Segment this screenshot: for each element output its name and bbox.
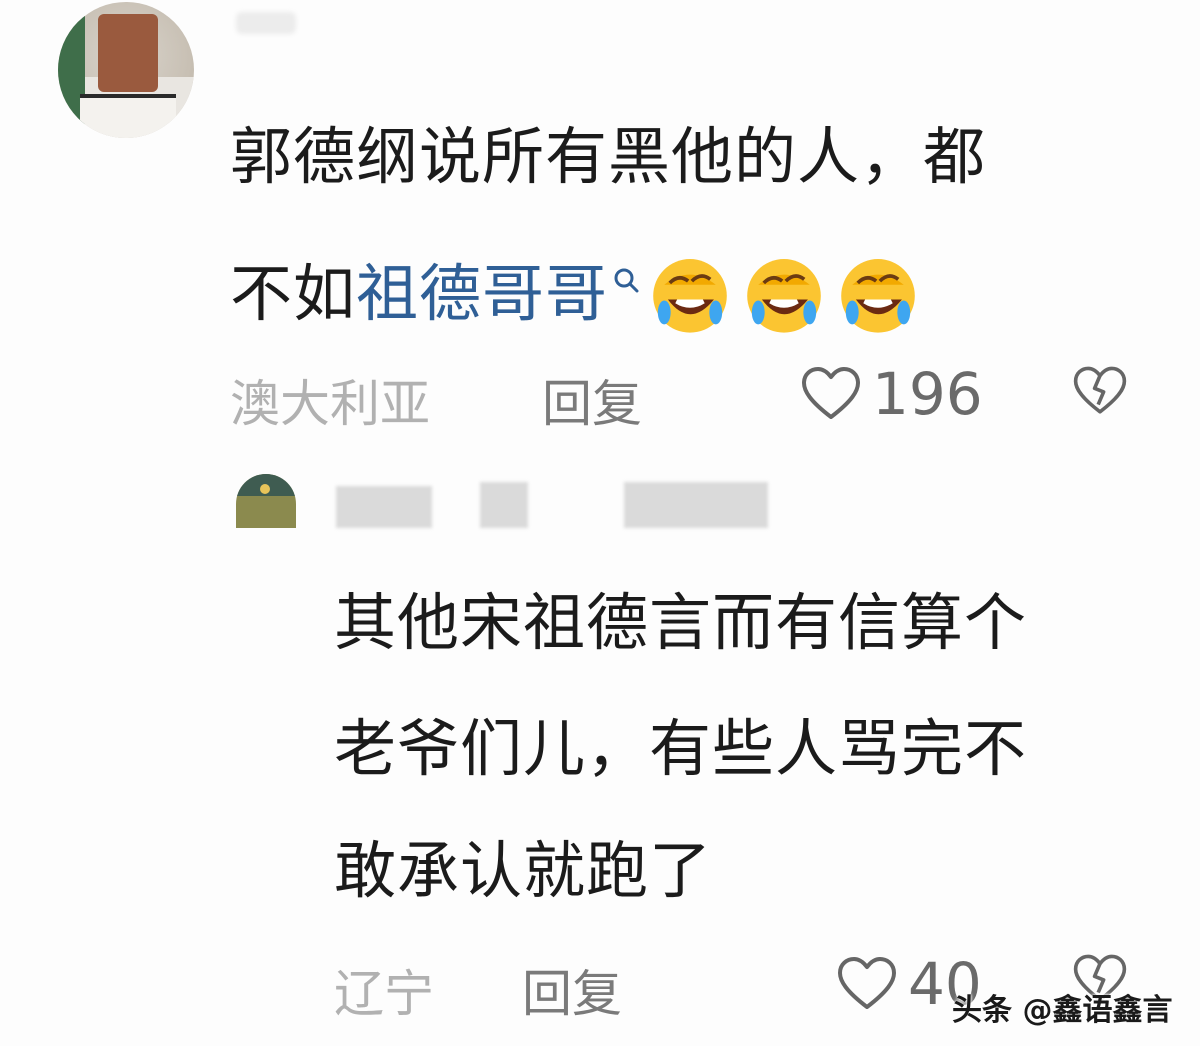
search-link[interactable]: 祖德哥哥 (356, 263, 608, 325)
reply-text-line: 其他宋祖德言而有信算个 (334, 586, 1028, 659)
laughing-tears-emoji (747, 259, 821, 333)
blurred-username (480, 482, 528, 528)
like-count: 196 (872, 360, 983, 428)
blurred-username (624, 482, 768, 528)
laughing-tears-emoji (841, 259, 915, 333)
dislike-icon[interactable] (1072, 364, 1128, 418)
search-icon[interactable] (612, 266, 642, 300)
comment-location: 澳大利亚 (230, 375, 430, 433)
comment-thread: 郭德纲说所有黑他的人，都 不如 祖德哥哥 澳大利亚 回复 196 其他宋祖德言而… (0, 0, 1200, 1046)
reply-text-line: 老爷们儿，有些人骂完不 (334, 712, 1028, 785)
heart-icon (802, 367, 860, 419)
blurred-username (236, 12, 296, 34)
like-button[interactable]: 196 (800, 360, 983, 428)
comment-text-line: 郭德纲说所有黑他的人，都 (230, 120, 987, 193)
commenter-avatar[interactable] (58, 2, 194, 138)
reply-text-line: 敢承认就跑了 (334, 834, 713, 907)
heart-icon (838, 957, 896, 1009)
blurred-username (336, 486, 432, 528)
laughing-tears-emoji (653, 259, 727, 333)
reply-location: 辽宁 (334, 965, 434, 1023)
reply-button[interactable]: 回复 (542, 364, 642, 436)
replier-avatar[interactable] (236, 474, 296, 528)
watermark: 头条 @鑫语鑫言 (952, 993, 1173, 1028)
comment-text-prefix: 不如 (230, 257, 357, 330)
comment-text-line: 不如 祖德哥哥 (230, 248, 924, 340)
reply-button[interactable]: 回复 (522, 954, 622, 1026)
